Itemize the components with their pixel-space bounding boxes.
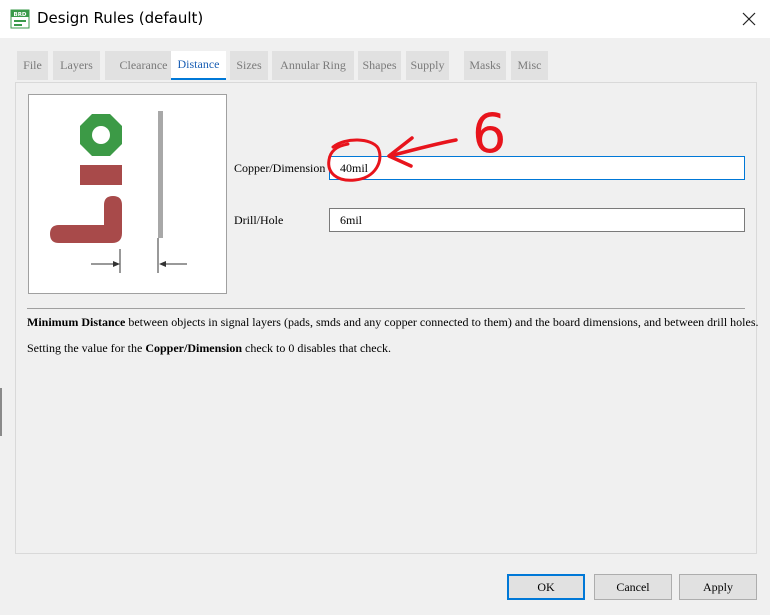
tab-supply[interactable]: Supply xyxy=(406,51,449,80)
board-dimension-line xyxy=(158,111,163,238)
ok-button[interactable]: OK xyxy=(507,574,585,600)
distance-diagram xyxy=(50,111,187,273)
copper-dimension-input[interactable] xyxy=(329,156,745,180)
drill-hole-input[interactable] xyxy=(329,208,745,232)
smd-pad xyxy=(80,165,122,185)
window-title: Design Rules (default) xyxy=(37,9,204,27)
description-line-2-bold: Copper/Dimension xyxy=(145,341,242,355)
copper-trace xyxy=(50,196,122,243)
tab-file[interactable]: File xyxy=(17,51,48,80)
tab-masks[interactable]: Masks xyxy=(464,51,506,80)
close-icon xyxy=(742,12,756,26)
close-button[interactable] xyxy=(734,4,764,34)
tab-distance[interactable]: Distance xyxy=(171,51,226,80)
window-edge-marks xyxy=(0,388,4,436)
tab-shapes[interactable]: Shapes xyxy=(358,51,401,80)
app-icon-text: BRD xyxy=(14,12,27,18)
copper-dimension-label: Copper/Dimension xyxy=(234,161,326,175)
tab-misc[interactable]: Misc xyxy=(511,51,548,80)
separator xyxy=(27,308,745,309)
distance-preview-image xyxy=(28,94,227,294)
tab-sizes[interactable]: Sizes xyxy=(230,51,268,80)
description-line-1-bold: Minimum Distance xyxy=(27,315,126,329)
apply-button[interactable]: Apply xyxy=(679,574,757,600)
description-line-1-text: between objects in signal layers (pads, … xyxy=(125,315,759,329)
description-line-2: Setting the value for the Copper/Dimensi… xyxy=(27,341,757,356)
tab-annular-ring[interactable]: Annular Ring xyxy=(272,51,354,80)
title-bar: BRD Design Rules (default) xyxy=(0,0,770,38)
brd-file-icon: BRD xyxy=(10,9,30,29)
description-line-1: Minimum Distance between objects in sign… xyxy=(27,315,759,330)
cancel-button[interactable]: Cancel xyxy=(594,574,672,600)
description-line-2-prefix: Setting the value for the xyxy=(27,341,146,355)
description-line-2-suffix: check to 0 disables that check. xyxy=(242,341,391,355)
tab-layers[interactable]: Layers xyxy=(53,51,100,80)
drill-hole-label: Drill/Hole xyxy=(234,213,284,227)
